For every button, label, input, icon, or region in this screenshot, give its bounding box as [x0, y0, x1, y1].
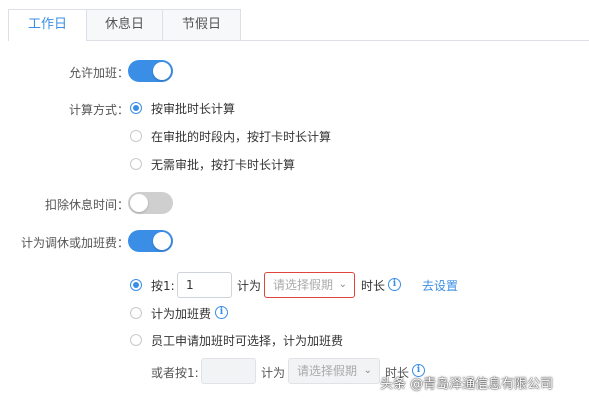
leave-type-placeholder: 请选择假期: [273, 278, 334, 292]
alt-ratio-input[interactable]: [201, 358, 256, 384]
calc-method-option-approval: 按审批时长计算: [151, 102, 236, 116]
tab-restday[interactable]: 休息日: [86, 9, 163, 40]
chevron-down-icon: ⌄: [363, 365, 372, 376]
calc-method-label: 计算方式：: [68, 103, 129, 117]
sub-option-overtime-pay-radio[interactable]: [130, 307, 142, 319]
leave-type-select[interactable]: 请选择假期 ⌄: [264, 272, 355, 298]
calc-method-radio-approval[interactable]: [130, 102, 142, 114]
go-settings-link[interactable]: 去设置: [422, 277, 458, 294]
tab-holiday[interactable]: 节假日: [162, 9, 241, 40]
switch-knob: [130, 194, 148, 212]
allow-overtime-switch[interactable]: [128, 60, 173, 82]
deduct-rest-switch[interactable]: [128, 192, 173, 214]
ratio-input[interactable]: 1: [177, 272, 232, 298]
duration-suffix: 时长: [361, 279, 386, 293]
info-icon[interactable]: i: [215, 306, 228, 319]
calc-method-option-no-approval: 无需审批，按打卡时长计算: [151, 158, 296, 172]
ratio-prefix: 按1:: [151, 279, 175, 293]
calc-method-radio-clockin-within[interactable]: [130, 130, 142, 142]
alt-ratio-mid-label: 计为: [261, 366, 286, 380]
count-as-switch[interactable]: [128, 230, 173, 252]
ratio-mid-label: 计为: [237, 279, 262, 293]
calc-method-radio-no-approval[interactable]: [130, 158, 142, 170]
overtime-pay-label: 计为加班费: [151, 307, 212, 321]
alt-leave-type-placeholder: 请选择假期: [297, 364, 358, 378]
watermark: 头条 @青岛泽通信息有限公司: [380, 377, 554, 392]
tab-divider: [8, 40, 589, 41]
calc-method-option-clockin-within: 在审批的时段内，按打卡时长计算: [151, 130, 332, 144]
switch-knob: [153, 62, 171, 80]
count-as-label: 计为调休或加班费：: [20, 236, 129, 250]
switch-knob: [153, 232, 171, 250]
allow-overtime-label: 允许加班：: [68, 66, 129, 80]
employee-choice-label: 员工申请加班时可选择，计为加班费: [151, 334, 344, 348]
tab-workday[interactable]: 工作日: [8, 9, 87, 41]
deduct-rest-label: 扣除休息时间：: [44, 198, 129, 212]
alt-leave-type-select[interactable]: 请选择假期 ⌄: [288, 358, 380, 384]
sub-option-ratio-radio[interactable]: [130, 279, 142, 291]
info-icon[interactable]: i: [388, 278, 401, 291]
sub-option-employee-choice-radio[interactable]: [130, 334, 142, 346]
alt-ratio-prefix: 或者按1:: [151, 366, 199, 380]
tab-bar: 工作日 休息日 节假日: [0, 0, 589, 41]
chevron-down-icon: ⌄: [338, 279, 347, 290]
